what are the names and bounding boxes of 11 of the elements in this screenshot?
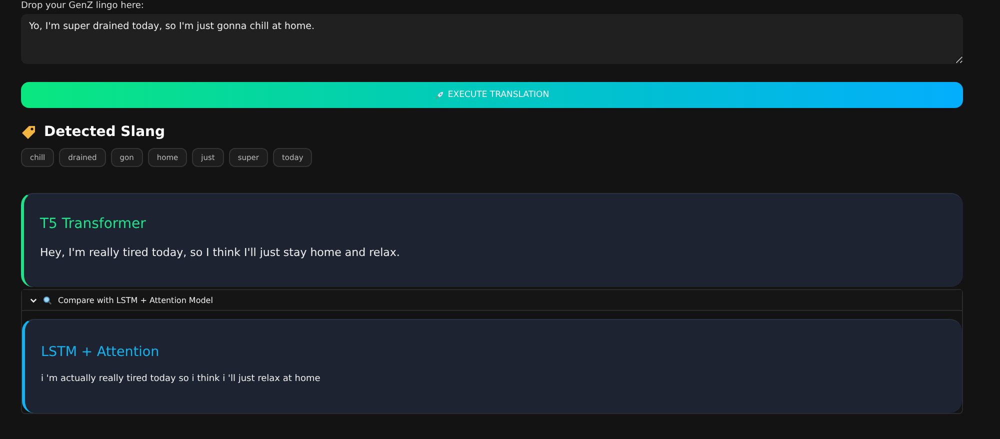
card-text: Hey, I'm really tired today, so I think I'll just stay home and relax. xyxy=(40,246,401,259)
tag-icon xyxy=(21,124,37,140)
magnifier-icon xyxy=(43,296,52,304)
section-heading: Detected Slang xyxy=(44,124,166,140)
input-label: Drop your GenZ lingo here: xyxy=(21,1,145,12)
expander-header[interactable]: Compare with LSTM + Attention Model xyxy=(22,290,962,311)
card-title: T5 Transformer xyxy=(40,216,147,232)
rocket-icon xyxy=(434,90,444,100)
card-title: LSTM + Attention xyxy=(41,344,160,360)
input-field[interactable]: Yo, I'm super drained today, so I'm just gonna chill at home. xyxy=(21,14,963,64)
card-text: i 'm actually really tired today so i think i 'll just relax at home xyxy=(41,374,322,384)
